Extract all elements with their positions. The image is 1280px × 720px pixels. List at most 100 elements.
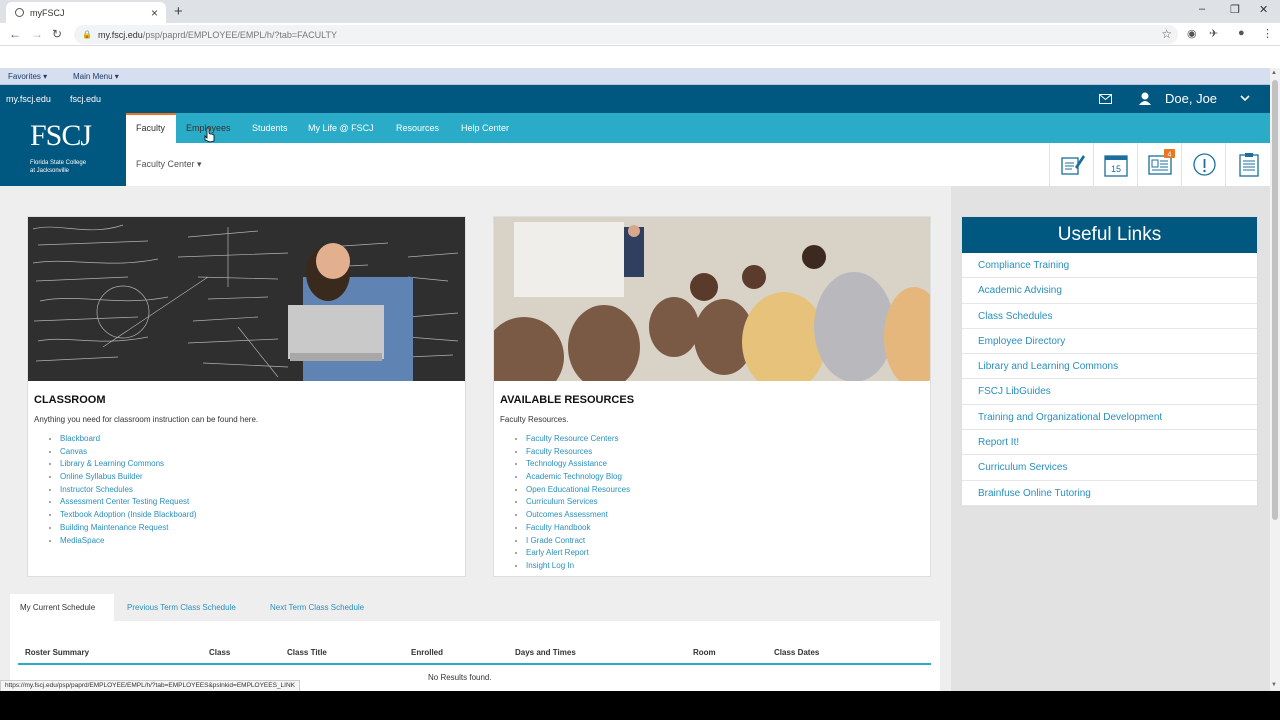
extension-icon[interactable]: ◉ — [1187, 27, 1197, 40]
mail-icon[interactable] — [1099, 94, 1112, 104]
list-item: Textbook Adoption (Inside Blackboard) — [60, 509, 197, 522]
calendar-day: 15 — [1111, 164, 1121, 174]
list-item: I Grade Contract — [526, 535, 630, 548]
news-icon: 4 — [1148, 149, 1175, 175]
resource-link[interactable]: Faculty Handbook — [526, 523, 590, 532]
browser-menu-icon[interactable]: ⋮ — [1262, 27, 1273, 40]
list-item: Technology Assistance — [526, 458, 630, 471]
news-badge: 4 — [1168, 152, 1172, 159]
useful-link[interactable]: Class Schedules — [962, 304, 1257, 329]
logo-line-1: Florida State College — [30, 160, 87, 166]
classroom-link[interactable]: Assessment Center Testing Request — [60, 497, 189, 506]
nav-tab-help-center[interactable]: Help Center — [461, 123, 509, 133]
forward-icon[interactable]: → — [31, 27, 43, 41]
resource-link[interactable]: Early Alert Report — [526, 548, 589, 557]
favorites-menu[interactable]: Favorites ▾ — [8, 72, 47, 81]
main-menu[interactable]: Main Menu ▾ — [73, 72, 119, 81]
quick-link-4[interactable] — [1181, 143, 1225, 186]
useful-link[interactable]: Compliance Training — [962, 253, 1257, 279]
address-bar[interactable]: 🔒 my.fscj.edu /psp/paprd/EMPLOYEE/EMPL/h… — [74, 25, 1178, 44]
classroom-link[interactable]: Instructor Schedules — [60, 485, 133, 494]
classroom-description: Anything you need for classroom instruct… — [34, 415, 259, 424]
bookmark-star-icon[interactable]: ☆ — [1161, 27, 1172, 41]
column-header: Room — [693, 648, 716, 657]
quick-link-5[interactable] — [1225, 143, 1269, 186]
table-header-rule — [18, 663, 931, 665]
back-icon[interactable]: ← — [9, 27, 21, 41]
info-icon — [1193, 153, 1216, 176]
resource-link[interactable]: Technology Assistance — [526, 459, 607, 468]
resource-link[interactable]: Open Educational Resources — [526, 485, 630, 494]
classroom-link[interactable]: MediaSpace — [60, 536, 104, 545]
profile-icon[interactable]: ● — [1238, 27, 1245, 39]
quick-link-1[interactable] — [1049, 143, 1093, 186]
useful-link[interactable]: Academic Advising — [962, 278, 1257, 304]
chevron-down-icon[interactable] — [1240, 95, 1250, 102]
quick-link-2[interactable]: 15 — [1093, 143, 1137, 186]
scroll-down-icon[interactable]: ▼ — [1271, 682, 1277, 688]
logo-text: FSCJ — [30, 119, 92, 152]
resource-link[interactable]: Curriculum Services — [526, 497, 598, 506]
user-name[interactable]: Doe, Joe — [1165, 91, 1217, 106]
nav-tab-my-life[interactable]: My Life @ FSCJ — [308, 123, 374, 133]
classroom-link[interactable]: Building Maintenance Request — [60, 523, 169, 532]
resource-link[interactable]: Outcomes Assessment — [526, 510, 608, 519]
classroom-link[interactable]: Online Syllabus Builder — [60, 472, 143, 481]
resource-link[interactable]: Faculty Resource Centers — [526, 434, 618, 443]
tab-current-schedule[interactable]: My Current Schedule — [10, 594, 114, 621]
new-tab-icon[interactable]: + — [174, 3, 183, 20]
url-path: /psp/paprd/EMPLOYEE/EMPL/h/?tab=FACULTY — [142, 29, 338, 40]
resources-description: Faculty Resources. — [500, 415, 569, 424]
list-item: Canvas — [60, 446, 197, 459]
nav-tab-resources[interactable]: Resources — [396, 123, 439, 133]
classroom-link[interactable]: Library & Learning Commons — [60, 459, 164, 468]
resource-link[interactable]: I Grade Contract — [526, 536, 585, 545]
faculty-center-menu[interactable]: Faculty Center ▾ — [136, 159, 202, 170]
restore-icon[interactable]: ❐ — [1230, 3, 1240, 16]
reload-icon[interactable]: ↻ — [52, 27, 62, 41]
useful-link[interactable]: FSCJ LibGuides — [962, 379, 1257, 405]
classroom-link[interactable]: Canvas — [60, 447, 87, 456]
logo-subtext: Florida State College at Jacksonville — [30, 159, 86, 175]
user-icon — [1139, 92, 1151, 105]
resource-link[interactable]: Faculty Resources — [526, 447, 592, 456]
schedule-tabs: My Current Schedule Previous Term Class … — [10, 594, 940, 621]
resources-links: Faculty Resource Centers Faculty Resourc… — [526, 433, 630, 573]
classroom-link[interactable]: Textbook Adoption (Inside Blackboard) — [60, 510, 197, 519]
fscj-link[interactable]: fscj.edu — [70, 94, 101, 104]
tab-previous-term[interactable]: Previous Term Class Schedule — [127, 603, 236, 612]
tab-next-term[interactable]: Next Term Class Schedule — [270, 603, 364, 612]
fscj-logo[interactable]: FSCJ Florida State College at Jacksonvil… — [0, 113, 126, 186]
extension-rocket-icon[interactable]: ✈ — [1209, 27, 1218, 40]
useful-link[interactable]: Report It! — [962, 430, 1257, 456]
useful-link[interactable]: Training and Organizational Development — [962, 405, 1257, 431]
list-item: Faculty Handbook — [526, 522, 630, 535]
window-close-icon[interactable]: ✕ — [1259, 3, 1268, 16]
column-header: Class — [209, 648, 231, 657]
list-item: Library & Learning Commons — [60, 458, 197, 471]
scrollbar-thumb[interactable] — [1272, 80, 1278, 520]
peoplesoft-menubar: Favorites ▾ Main Menu ▾ — [0, 68, 1270, 85]
useful-link[interactable]: Brainfuse Online Tutoring — [962, 481, 1257, 506]
close-tab-icon[interactable]: × — [151, 6, 158, 20]
browser-tab[interactable]: myFSCJ × — [6, 2, 166, 23]
useful-link[interactable]: Curriculum Services — [962, 455, 1257, 481]
notepad-pencil-icon — [1061, 155, 1085, 175]
classroom-links: Blackboard Canvas Library & Learning Com… — [60, 433, 197, 547]
resource-link[interactable]: Insight Log In — [526, 561, 574, 570]
nav-tab-faculty[interactable]: Faculty — [126, 113, 176, 143]
nav-tab-students[interactable]: Students — [252, 123, 288, 133]
page: Favorites ▾ Main Menu ▾ my.fscj.edu fscj… — [0, 68, 1270, 691]
useful-link[interactable]: Employee Directory — [962, 329, 1257, 355]
column-header: Enrolled — [411, 648, 444, 657]
quick-link-3[interactable]: 4 — [1137, 143, 1181, 186]
minimize-icon[interactable]: – — [1199, 3, 1205, 15]
useful-link[interactable]: Library and Learning Commons — [962, 354, 1257, 380]
right-sidebar: Useful Links Compliance Training Academi… — [951, 186, 1270, 691]
page-scrollbar[interactable]: ▲ ▼ — [1270, 68, 1280, 691]
myfscj-link[interactable]: my.fscj.edu — [6, 94, 51, 104]
classroom-link[interactable]: Blackboard — [60, 434, 100, 443]
list-item: Building Maintenance Request — [60, 522, 197, 535]
scroll-up-icon[interactable]: ▲ — [1271, 70, 1277, 76]
resource-link[interactable]: Academic Technology Blog — [526, 472, 622, 481]
